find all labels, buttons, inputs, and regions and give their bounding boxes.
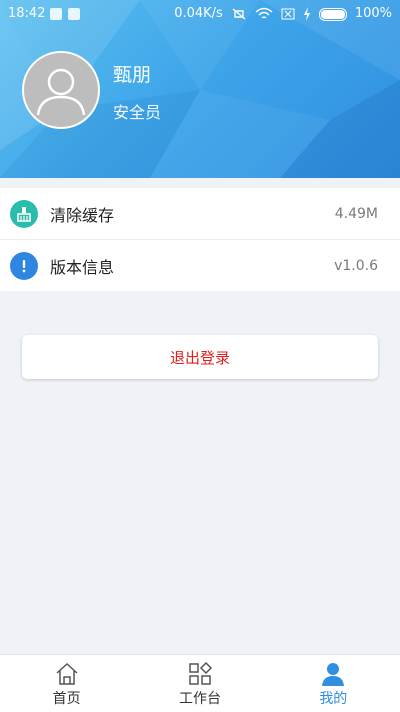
profile-header: 18:42 0.04K/s 100% 甄朋 安全员 bbox=[0, 0, 400, 178]
broom-icon bbox=[10, 199, 38, 228]
home-icon bbox=[56, 662, 78, 685]
clear-cache-label: 清除缓存 bbox=[50, 205, 115, 225]
workbench-icon bbox=[189, 661, 213, 685]
bottom-navigation: 首页 工作台 我的 bbox=[0, 654, 400, 712]
app-notification-icon bbox=[68, 8, 80, 20]
status-bar: 18:42 0.04K/s 100% bbox=[0, 0, 400, 28]
notification-icon bbox=[50, 8, 62, 20]
tab-profile[interactable]: 我的 bbox=[267, 655, 400, 712]
default-user-icon bbox=[36, 68, 86, 116]
version-info-label: 版本信息 bbox=[50, 257, 115, 277]
battery-percent: 100% bbox=[354, 6, 392, 21]
cache-size: 4.49M bbox=[334, 205, 378, 222]
tab-profile-label: 我的 bbox=[319, 691, 348, 707]
charging-icon bbox=[303, 7, 310, 21]
version-number: v1.0.6 bbox=[334, 257, 378, 274]
wifi-icon bbox=[255, 7, 273, 19]
network-speed: 0.04K/s bbox=[174, 6, 223, 21]
tab-home[interactable]: 首页 bbox=[0, 655, 133, 712]
battery-icon bbox=[318, 7, 347, 21]
vibrate-off-icon bbox=[232, 8, 246, 20]
logout-button[interactable]: 退出登录 bbox=[22, 335, 378, 379]
avatar[interactable] bbox=[22, 51, 100, 129]
user-role: 安全员 bbox=[113, 103, 162, 122]
tab-workbench-label: 工作台 bbox=[178, 691, 221, 707]
profile-icon bbox=[322, 663, 345, 686]
user-name: 甄朋 bbox=[113, 64, 152, 86]
tab-workbench[interactable]: 工作台 bbox=[133, 655, 266, 712]
clear-cache-row[interactable]: 清除缓存 4.49M bbox=[0, 188, 400, 239]
version-info-row[interactable]: 版本信息 v1.0.6 bbox=[0, 239, 400, 291]
sim-icon bbox=[281, 8, 295, 20]
tab-home-label: 首页 bbox=[52, 691, 81, 707]
status-time: 18:42 bbox=[8, 6, 46, 21]
settings-list: 清除缓存 4.49M 版本信息 v1.0.6 bbox=[0, 188, 400, 291]
info-exclamation-icon bbox=[10, 251, 38, 280]
